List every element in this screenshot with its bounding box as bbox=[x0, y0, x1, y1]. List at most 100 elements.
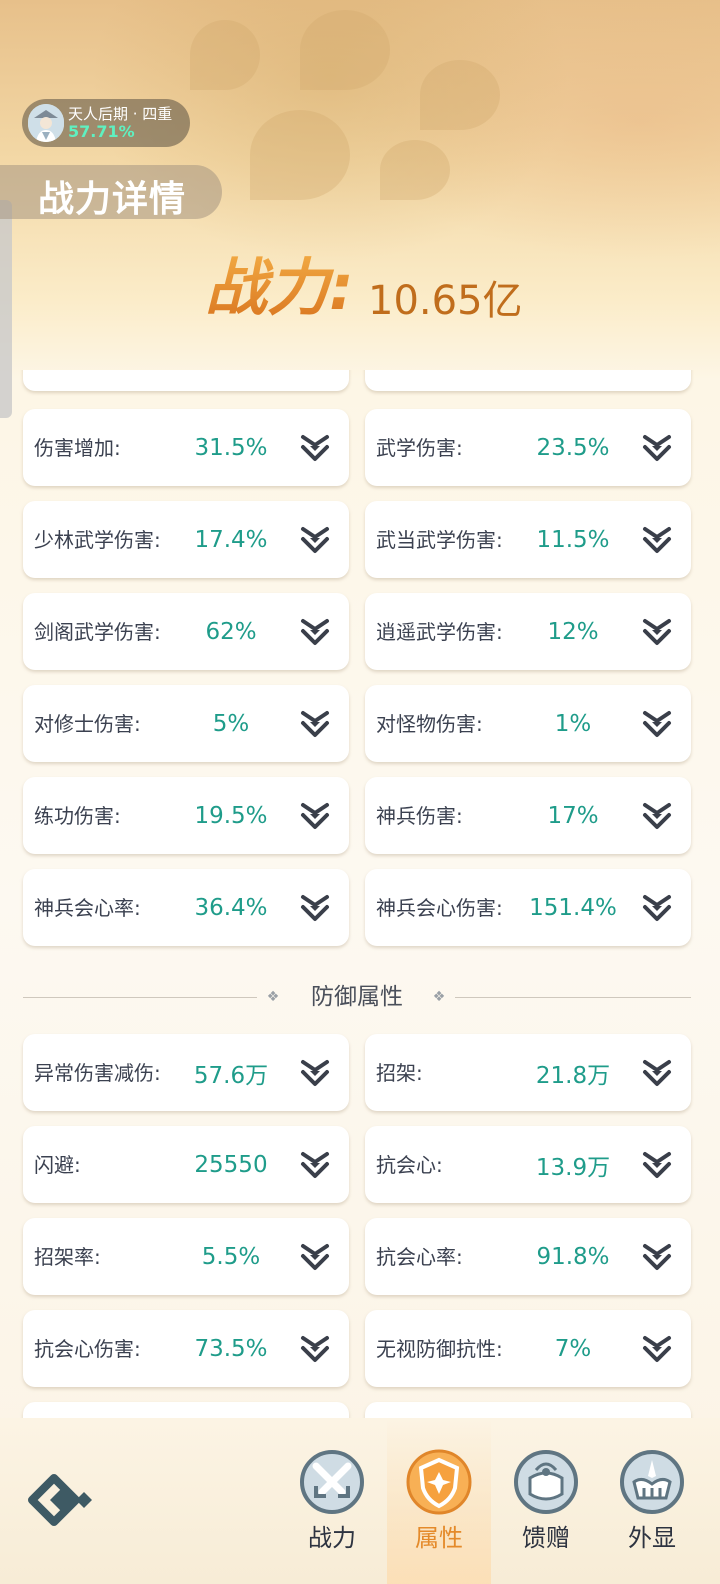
expand-chevron-icon[interactable] bbox=[297, 893, 333, 923]
stat-label: 神兵伤害: bbox=[376, 803, 463, 828]
expand-chevron-icon[interactable] bbox=[639, 1334, 675, 1364]
leaf-decoration bbox=[380, 140, 450, 200]
expand-chevron-icon[interactable] bbox=[639, 525, 675, 555]
expand-chevron-icon[interactable] bbox=[297, 1242, 333, 1272]
stat-card[interactable]: 抗会心率: 91.8% bbox=[365, 1218, 691, 1295]
stat-label: 少林武学伤害: bbox=[34, 527, 161, 552]
stat-label: 武学伤害: bbox=[376, 435, 463, 460]
stat-card[interactable]: 抗会心伤害: 73.5% bbox=[23, 1310, 349, 1387]
stat-card[interactable]: 武当武学伤害: 11.5% bbox=[365, 501, 691, 578]
nav-label: 战力 bbox=[308, 1524, 356, 1552]
diamond-icon: ❖ bbox=[266, 989, 280, 1005]
stat-card[interactable]: 招架: 21.8万 bbox=[365, 1034, 691, 1111]
defense-section-divider: ❖ 防御属性 ❖ bbox=[23, 980, 691, 1014]
stat-card[interactable]: 对怪物伤害: 1% bbox=[365, 685, 691, 762]
stat-label: 抗会心率: bbox=[376, 1244, 463, 1269]
expand-chevron-icon[interactable] bbox=[297, 433, 333, 463]
stat-card[interactable]: 招架率: 5.5% bbox=[23, 1218, 349, 1295]
divider-line bbox=[23, 997, 257, 998]
stat-label: 无视防御抗性: bbox=[376, 1336, 503, 1361]
stat-card[interactable]: 抗会心: 13.9万 bbox=[365, 1126, 691, 1203]
leaf-decoration bbox=[420, 60, 500, 130]
game-logo-icon[interactable] bbox=[24, 1468, 98, 1532]
stat-value: 36.4% bbox=[194, 894, 268, 921]
power-label: 战力: bbox=[205, 237, 354, 327]
nav-tab-appearance[interactable]: 外显 bbox=[612, 1446, 692, 1556]
diamond-icon: ❖ bbox=[432, 989, 446, 1005]
stat-value: 23.5% bbox=[536, 434, 610, 461]
appearance-icon bbox=[618, 1448, 686, 1516]
stat-card[interactable]: 练功伤害: 19.5% bbox=[23, 777, 349, 854]
stat-card[interactable]: 异常伤害减伤: 57.6万 bbox=[23, 1034, 349, 1111]
shield-icon bbox=[405, 1448, 473, 1516]
swords-icon bbox=[298, 1448, 366, 1516]
stat-card[interactable]: 剑阁武学伤害: 62% bbox=[23, 593, 349, 670]
stat-card[interactable]: 伤害增加: 31.5% bbox=[23, 409, 349, 486]
expand-chevron-icon[interactable] bbox=[639, 1242, 675, 1272]
expand-chevron-icon[interactable] bbox=[639, 709, 675, 739]
stat-value: 73.5% bbox=[194, 1335, 268, 1362]
stat-value: 5% bbox=[212, 710, 250, 737]
nav-label: 外显 bbox=[628, 1524, 676, 1552]
expand-chevron-icon[interactable] bbox=[639, 617, 675, 647]
stat-label: 武当武学伤害: bbox=[376, 527, 503, 552]
leaf-decoration bbox=[250, 110, 350, 200]
nav-tab-power[interactable]: 战力 bbox=[292, 1446, 372, 1556]
divider-line bbox=[455, 997, 691, 998]
power-value: 10.65亿 bbox=[368, 278, 523, 324]
expand-chevron-icon[interactable] bbox=[297, 709, 333, 739]
gift-bag-icon bbox=[512, 1448, 580, 1516]
stat-card[interactable]: 武学伤害: 23.5% bbox=[365, 409, 691, 486]
realm-badge[interactable]: 天人后期 · 四重 57.71% bbox=[22, 99, 190, 147]
nav-label: 属性 bbox=[415, 1524, 463, 1552]
stat-label: 神兵会心率: bbox=[34, 895, 141, 920]
expand-chevron-icon[interactable] bbox=[639, 801, 675, 831]
stat-card[interactable]: 无视防御抗性: 7% bbox=[365, 1310, 691, 1387]
stat-value: 11.5% bbox=[536, 526, 610, 553]
stat-label: 对修士伤害: bbox=[34, 711, 141, 736]
stat-card-partial bbox=[23, 1402, 349, 1418]
avatar bbox=[28, 104, 64, 142]
stat-label: 神兵会心伤害: bbox=[376, 895, 503, 920]
stat-value: 17% bbox=[547, 802, 599, 829]
expand-chevron-icon[interactable] bbox=[297, 1334, 333, 1364]
stat-value: 57.6万 bbox=[193, 1062, 269, 1089]
stat-value: 62% bbox=[205, 618, 257, 645]
expand-chevron-icon[interactable] bbox=[297, 1150, 333, 1180]
realm-name: 天人后期 · 四重 bbox=[68, 105, 173, 123]
stats-scroll-area[interactable]: 伤害增加: 31.5% 武学伤害: 23.5% 少林武学伤害: 17.4% 武当武学伤害: 1… bbox=[0, 370, 720, 1418]
page-title: 战力详情 bbox=[38, 179, 187, 220]
stat-value: 7% bbox=[554, 1335, 592, 1362]
expand-chevron-icon[interactable] bbox=[639, 433, 675, 463]
stat-label: 招架: bbox=[376, 1060, 423, 1085]
stat-card[interactable]: 少林武学伤害: 17.4% bbox=[23, 501, 349, 578]
stat-value: 25550 bbox=[194, 1151, 268, 1178]
stat-value: 13.9万 bbox=[535, 1154, 611, 1181]
expand-chevron-icon[interactable] bbox=[297, 1058, 333, 1088]
expand-chevron-icon[interactable] bbox=[297, 525, 333, 555]
stat-value: 151.4% bbox=[529, 894, 617, 921]
stat-label: 伤害增加: bbox=[34, 435, 121, 460]
defense-section-title: 防御属性 bbox=[311, 984, 403, 1010]
stat-value: 1% bbox=[554, 710, 592, 737]
leaf-decoration bbox=[190, 20, 260, 90]
stat-card[interactable]: 神兵伤害: 17% bbox=[365, 777, 691, 854]
expand-chevron-icon[interactable] bbox=[639, 1058, 675, 1088]
stat-label: 对怪物伤害: bbox=[376, 711, 483, 736]
stat-card[interactable]: 闪避: 25550 bbox=[23, 1126, 349, 1203]
stat-card[interactable]: 神兵会心率: 36.4% bbox=[23, 869, 349, 946]
nav-tab-gifts[interactable]: 馈赠 bbox=[506, 1446, 586, 1556]
leaf-decoration bbox=[300, 10, 390, 90]
expand-chevron-icon[interactable] bbox=[639, 893, 675, 923]
stat-label: 异常伤害减伤: bbox=[34, 1060, 161, 1085]
stat-card[interactable]: 神兵会心伤害: 151.4% bbox=[365, 869, 691, 946]
stat-value: 31.5% bbox=[194, 434, 268, 461]
expand-chevron-icon[interactable] bbox=[297, 617, 333, 647]
nav-label: 馈赠 bbox=[522, 1524, 570, 1552]
nav-tab-attributes[interactable]: 属性 bbox=[399, 1446, 479, 1556]
stat-card[interactable]: 逍遥武学伤害: 12% bbox=[365, 593, 691, 670]
stat-card[interactable]: 对修士伤害: 5% bbox=[23, 685, 349, 762]
expand-chevron-icon[interactable] bbox=[297, 801, 333, 831]
expand-chevron-icon[interactable] bbox=[639, 1150, 675, 1180]
stat-card-partial bbox=[365, 370, 691, 391]
